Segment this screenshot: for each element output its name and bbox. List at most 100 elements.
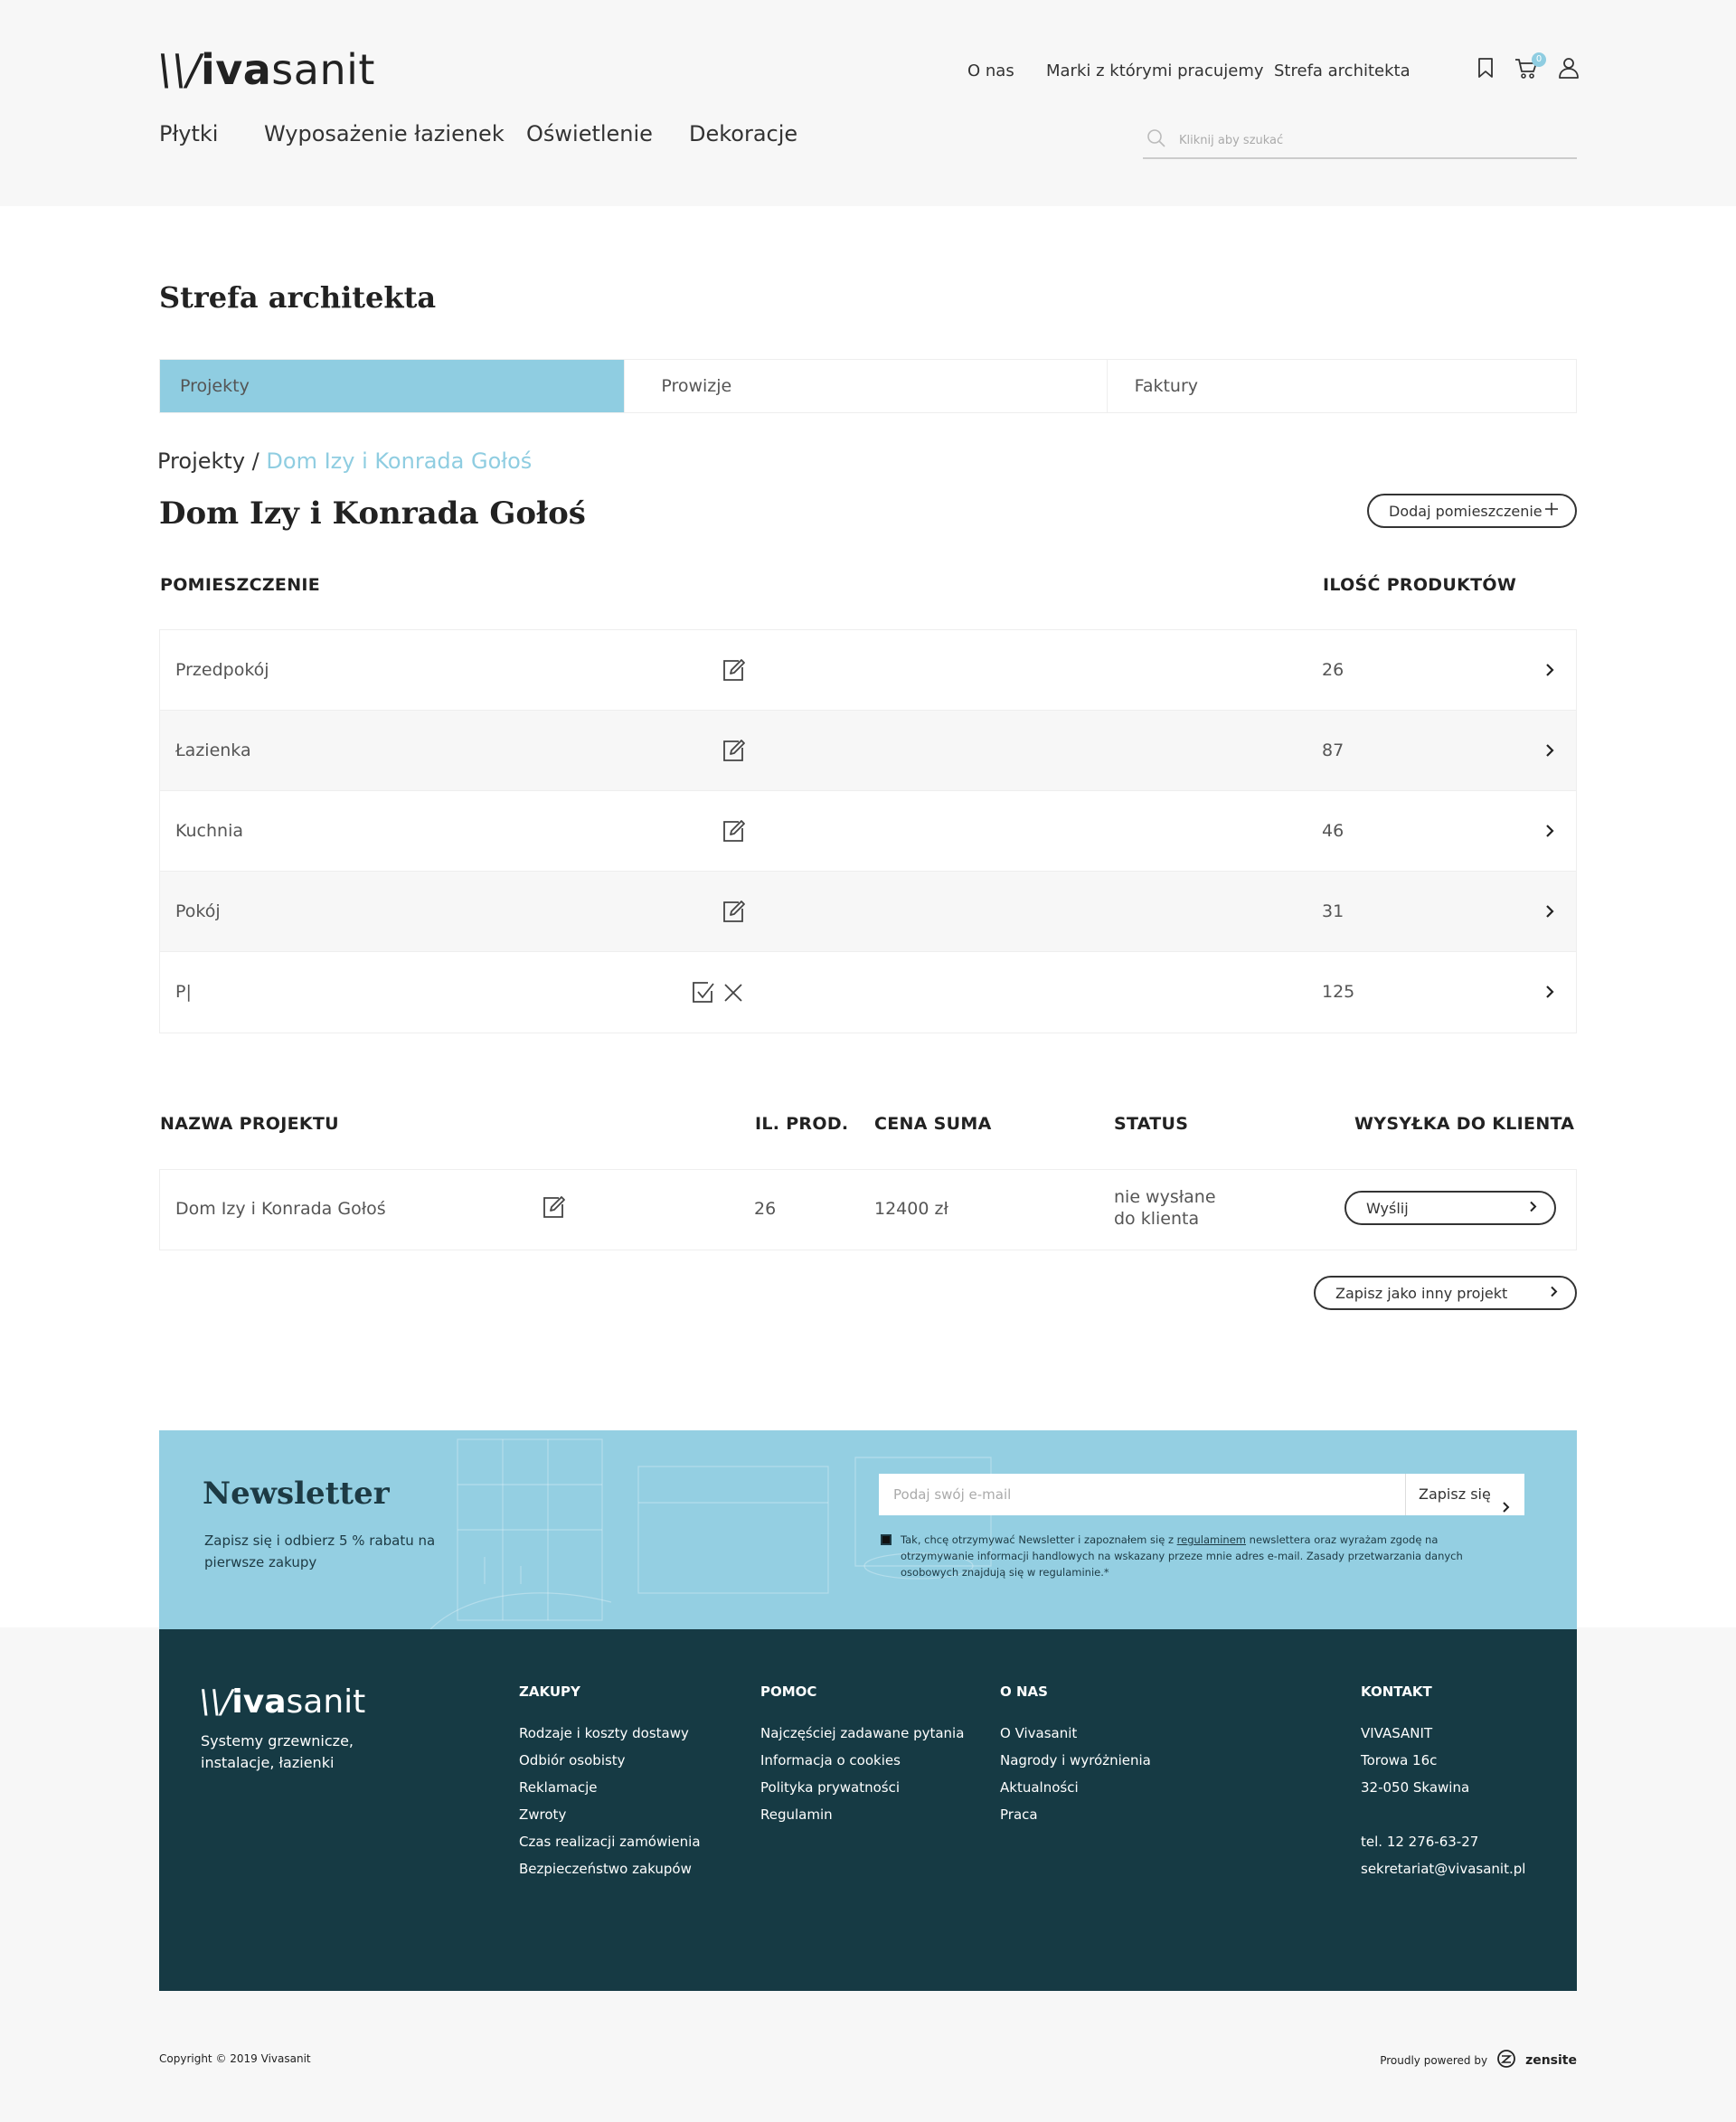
nav-item-plytki[interactable]: Płytki [159,121,218,146]
save-as-project-button[interactable]: Zapisz jako inny projekt [1314,1276,1577,1310]
footer-link[interactable]: Informacja o cookies [760,1747,964,1774]
table-row[interactable]: Kuchnia 46 [160,791,1576,872]
user-icon[interactable] [1557,56,1580,80]
footer-column-kontakt: KONTAKT VIVASANIT Torowa 16c 32-050 Skaw… [1361,1683,1525,1882]
newsletter-form: Zapisz się [879,1474,1524,1515]
footer-link[interactable]: Aktualności [1000,1774,1151,1801]
room-name: Łazienka [175,740,251,760]
footer-link[interactable]: Rodzaje i koszty dostawy [519,1720,701,1747]
room-count: 31 [1322,901,1344,921]
footer-link[interactable]: Praca [1000,1801,1151,1828]
search-icon[interactable] [1146,128,1166,152]
room-name: Przedpokój [175,660,269,680]
edit-icon[interactable] [721,658,746,684]
chevron-right-icon [1550,1285,1559,1302]
footer-link[interactable]: O Vivasanit [1000,1720,1151,1747]
nav-item-dekoracje[interactable]: Dekoracje [689,121,797,146]
breadcrumb: Projekty / Dom Izy i Konrada Gołoś [157,448,532,474]
room-name: Pokój [175,901,221,921]
footer-link[interactable]: Zwroty [519,1801,701,1828]
newsletter-title: Newsletter [203,1476,390,1512]
table-row[interactable]: Pokój 31 [160,872,1576,952]
top-link-o-nas[interactable]: O nas [967,61,1014,80]
footer-column-pomoc: POMOC Najczęściej zadawane pytania Infor… [760,1683,964,1828]
chevron-right-icon[interactable] [1543,743,1556,758]
site-logo[interactable]: \\/ivasanit [157,45,375,94]
top-link-marki[interactable]: Marki z którymi pracujemy [1046,61,1264,80]
site-header: \\/ivasanit O nas Marki z którymi pracuj… [0,0,1736,206]
rooms-table: Przedpokój 26 Łazienka 87 Kuchnia 46 Pok… [159,629,1577,1033]
tab-projekty[interactable]: Projekty [160,360,625,412]
newsletter-submit-button[interactable]: Zapisz się [1405,1474,1523,1515]
plus-icon [1544,502,1559,520]
footer-heading: KONTAKT [1361,1683,1432,1700]
add-room-label: Dodaj pomieszczenie [1389,502,1543,520]
table-row[interactable]: Łazienka 87 [160,711,1576,791]
footer-link[interactable]: Odbiór osobisty [519,1747,701,1774]
edit-icon[interactable] [721,819,746,844]
contact-company: VIVASANIT [1361,1725,1433,1741]
site-footer: \\/ivasanit Systemy grzewnicze, instalac… [159,1629,1577,1991]
consent-checkbox[interactable] [881,1534,892,1545]
powered-by[interactable]: Proudly powered by zensite [1380,2049,1577,2071]
contact-street: Torowa 16c [1361,1752,1438,1768]
nav-item-wyposazenie[interactable]: Wyposażenie łazienek [264,121,505,146]
project-name: Dom Izy i Konrada Gołoś [175,1199,386,1219]
chevron-right-icon[interactable] [1543,904,1556,919]
chevron-right-icon[interactable] [1543,985,1556,999]
edit-icon[interactable] [721,739,746,764]
footer-heading: ZAKUPY [519,1683,580,1700]
nav-item-oswietlenie[interactable]: Oświetlenie [526,121,653,146]
footer-link[interactable]: Nagrody i wyróżnienia [1000,1747,1151,1774]
footer-link[interactable]: Bezpieczeństwo zakupów [519,1855,701,1882]
room-name-input[interactable]: P| [175,952,192,1033]
footer-logo[interactable]: \\/ivasanit [199,1683,365,1721]
rooms-header-count: ILOŚĆ PRODUKTÓW [1323,575,1517,595]
footer-column-onas: O NAS O Vivasanit Nagrody i wyróżnienia … [1000,1683,1151,1828]
add-room-button[interactable]: Dodaj pomieszczenie [1367,494,1577,528]
breadcrumb-current: Dom Izy i Konrada Gołoś [266,448,533,474]
bookmark-icon[interactable] [1474,56,1497,80]
room-count: 87 [1322,740,1344,760]
top-link-strefa-architekta[interactable]: Strefa architekta [1274,61,1410,80]
contact-email[interactable]: sekretariat@vivasanit.pl [1361,1855,1525,1882]
consent-text: Tak, chcę otrzymywać Newsletter i zapozn… [901,1533,1463,1579]
room-name: Kuchnia [175,821,244,841]
search-input[interactable] [1179,128,1559,152]
footer-link[interactable]: Polityka prywatności [760,1774,964,1801]
tab-prowizje[interactable]: Prowizje [624,360,1106,412]
rooms-header-room: POMIESZCZENIE [160,575,321,595]
table-row[interactable]: Przedpokój 26 [160,630,1576,711]
newsletter-section: Newsletter Zapisz się i odbierz 5 % raba… [159,1430,1577,1629]
cart-count-badge: 0 [1532,52,1546,67]
breadcrumb-root[interactable]: Projekty [157,448,245,474]
chevron-right-icon[interactable] [1543,824,1556,838]
chevron-right-icon [1529,1200,1538,1217]
footer-heading: POMOC [760,1683,817,1700]
footer-link[interactable]: Najczęściej zadawane pytania [760,1720,964,1747]
room-count: 125 [1322,982,1355,1002]
newsletter-subtitle: Zapisz się i odbierz 5 % rabatu na pierw… [204,1533,436,1570]
chevron-right-icon [1502,1488,1511,1530]
newsletter-email-input[interactable] [893,1483,1219,1506]
contact-phone[interactable]: tel. 12 276-63-27 [1361,1828,1525,1855]
footer-link[interactable]: Regulamin [760,1801,964,1828]
project-title: Dom Izy i Konrada Gołoś [159,495,586,532]
regulamin-link[interactable]: regulaminem [1177,1533,1246,1546]
edit-icon[interactable] [541,1195,566,1224]
edit-icon[interactable] [721,900,746,925]
footer-heading: O NAS [1000,1683,1048,1700]
bottom-bar: Copyright © 2019 Vivasanit Proudly power… [0,1991,1736,2122]
footer-link[interactable]: Reklamacje [519,1774,701,1801]
chevron-right-icon[interactable] [1543,663,1556,677]
close-icon[interactable] [722,982,744,1007]
send-to-client-button[interactable]: Wyślij [1344,1191,1556,1225]
footer-link[interactable]: Czas realizacji zamówienia [519,1828,701,1855]
table-row[interactable]: P| 125 [160,952,1576,1033]
footer-column-zakupy: ZAKUPY Rodzaje i koszty dostawy Odbiór o… [519,1683,701,1882]
search-bar [1143,121,1577,159]
project-header-status: STATUS [1114,1114,1189,1134]
tab-faktury[interactable]: Faktury [1106,360,1576,412]
project-header-products: IL. PROD. [755,1114,849,1134]
confirm-edit-icon[interactable] [690,980,715,1009]
